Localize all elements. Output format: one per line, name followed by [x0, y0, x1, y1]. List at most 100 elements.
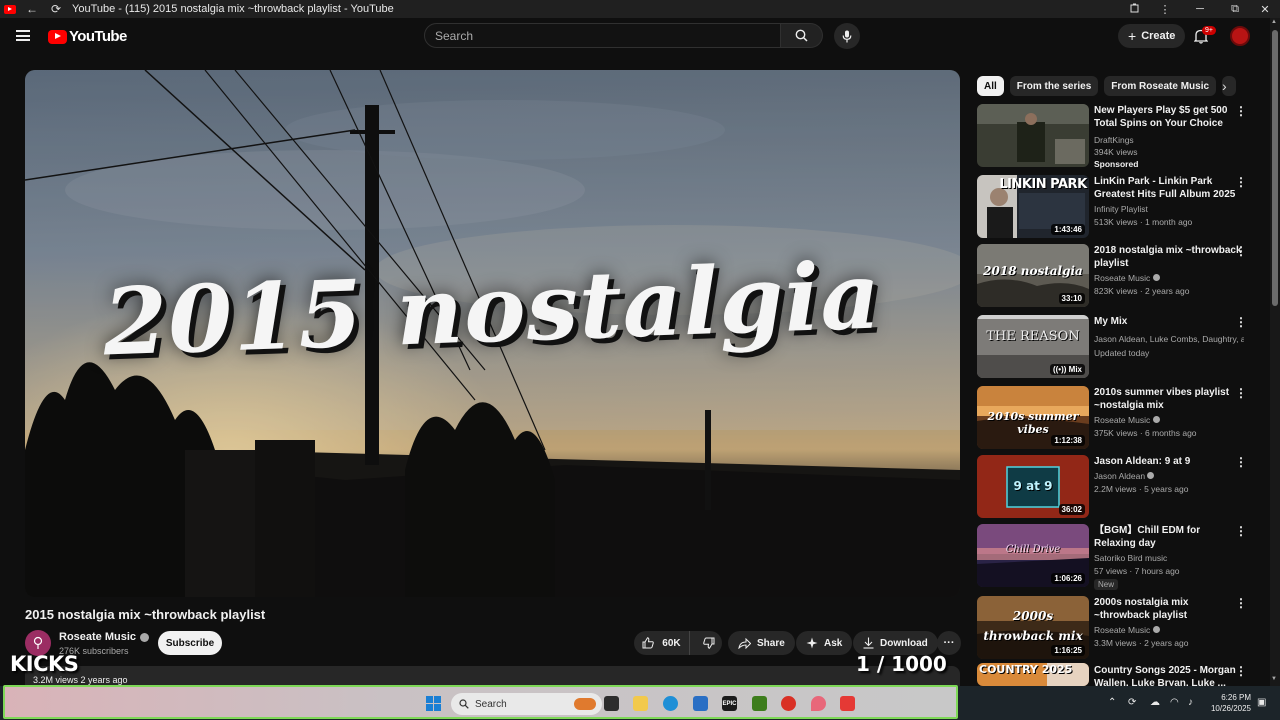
notification-badge: 9+: [1202, 26, 1216, 35]
recommendation-title[interactable]: Jason Aldean: 9 at 9: [1094, 455, 1244, 468]
recommendation-item[interactable]: 2000s throwback mix 1:16:25 2000s nostal…: [977, 596, 1257, 660]
close-button[interactable]: ✕: [1250, 3, 1280, 16]
cloud-icon[interactable]: ☁: [1150, 697, 1160, 708]
nvidia-icon[interactable]: [752, 696, 767, 711]
tray-overflow-icon[interactable]: ⌃: [1108, 697, 1116, 708]
scroll-down-arrow-icon[interactable]: ▼: [1271, 676, 1277, 682]
system-clock[interactable]: 6:26 PM 10/26/2025: [1206, 692, 1251, 714]
maximize-button[interactable]: ⧉: [1220, 3, 1250, 16]
recommendation-title[interactable]: 2000s nostalgia mix ~throwback playlist: [1094, 596, 1244, 622]
sync-icon[interactable]: ⟳: [1128, 697, 1136, 708]
recommendation-item[interactable]: COUNTRY 2025 Country Songs 2025 - Morgan…: [977, 663, 1257, 686]
create-button[interactable]: + Create: [1118, 24, 1186, 48]
browser-menu-icon[interactable]: ⋮: [1150, 3, 1180, 16]
video-thumbnail[interactable]: COUNTRY 2025: [977, 663, 1089, 686]
subscribe-button[interactable]: Subscribe: [158, 631, 222, 655]
recommendation-item[interactable]: New Players Play $5 get 500 Total Spins …: [977, 104, 1257, 169]
wifi-icon[interactable]: ◠: [1170, 697, 1179, 708]
video-thumbnail[interactable]: 2000s throwback mix 1:16:25: [977, 596, 1089, 659]
recommendation-meta: 57 views · 7 hours ago: [1094, 566, 1180, 576]
dislike-button[interactable]: [696, 637, 722, 649]
search-button[interactable]: [781, 23, 823, 48]
chip-from-roseate-music[interactable]: From Roseate Music: [1104, 76, 1217, 96]
thumbnail-text: 9 at 9: [1013, 479, 1053, 493]
channel-name[interactable]: Roseate Music: [1094, 273, 1150, 283]
account-avatar[interactable]: [1230, 26, 1250, 46]
edge-icon[interactable]: [663, 696, 678, 711]
chip-from-the-series[interactable]: From the series: [1009, 76, 1099, 96]
item-menu-icon[interactable]: ⋮: [1235, 525, 1247, 537]
chevron-right-icon[interactable]: ›: [1222, 78, 1227, 94]
reload-icon[interactable]: ⟳: [48, 2, 64, 16]
video-thumbnail[interactable]: 2010s summer vibes 1:12:38: [977, 386, 1089, 449]
recommendation-channel[interactable]: Roseate Music: [1094, 625, 1160, 635]
recommendation-channel[interactable]: Roseate Music: [1094, 273, 1160, 283]
scroll-up-arrow-icon[interactable]: ▲: [1271, 19, 1277, 25]
recommendation-item[interactable]: 9 at 9 36:02 Jason Aldean: 9 at 9 Jason …: [977, 455, 1257, 519]
video-thumbnail[interactable]: THE REASON ((•)) Mix: [977, 315, 1089, 378]
microsoft-store-icon[interactable]: [693, 696, 708, 711]
recommendation-channel[interactable]: DraftKings: [1094, 135, 1134, 145]
recommendation-item[interactable]: LINKIN PARK 1:43:46 LinKin Park - Linkin…: [977, 175, 1257, 239]
voice-search-button[interactable]: [834, 23, 860, 49]
ask-button[interactable]: Ask: [796, 631, 853, 655]
item-menu-icon[interactable]: ⋮: [1235, 105, 1247, 117]
video-thumbnail[interactable]: Chill Drive 1:06:26: [977, 524, 1089, 587]
video-player[interactable]: 2015 nostalgia: [25, 70, 960, 597]
recommendation-title[interactable]: 2018 nostalgia mix ~throwback playlist: [1094, 244, 1244, 270]
item-menu-icon[interactable]: ⋮: [1235, 176, 1247, 188]
item-menu-icon[interactable]: ⋮: [1235, 316, 1247, 328]
task-view-icon[interactable]: [604, 696, 619, 711]
recommendation-item[interactable]: THE REASON ((•)) Mix My Mix Jason Aldean…: [977, 315, 1257, 379]
search-input[interactable]: Search: [424, 23, 781, 48]
item-menu-icon[interactable]: ⋮: [1235, 387, 1247, 399]
like-button[interactable]: 60K: [634, 631, 690, 655]
recommendation-title[interactable]: New Players Play $5 get 500 Total Spins …: [1094, 104, 1244, 130]
channel-name[interactable]: Roseate Music: [59, 631, 136, 643]
extensions-icon[interactable]: [1120, 3, 1150, 16]
scrollbar-thumb[interactable]: [1272, 30, 1278, 306]
youtube-logo[interactable]: YouTube: [48, 28, 127, 45]
recommendation-title[interactable]: My Mix: [1094, 315, 1244, 328]
video-thumbnail[interactable]: 2018 nostalgia 33:10: [977, 244, 1089, 307]
youtube-app-icon[interactable]: [840, 696, 855, 711]
recommendation-title[interactable]: 2010s summer vibes playlist ~nostalgia m…: [1094, 386, 1244, 412]
channel-name[interactable]: Roseate Music: [1094, 415, 1150, 425]
video-duration: 1:16:25: [1051, 645, 1085, 656]
windows-start-icon[interactable]: [426, 696, 441, 711]
maps-icon[interactable]: [811, 696, 826, 711]
recommendation-channel[interactable]: Jason Aldean: [1094, 471, 1155, 481]
minimize-button[interactable]: ─: [1180, 3, 1220, 15]
menu-icon[interactable]: [16, 30, 30, 41]
channel-name[interactable]: Roseate Music: [1094, 625, 1150, 635]
channel-name[interactable]: Jason Aldean: [1094, 471, 1145, 481]
item-menu-icon[interactable]: ⋮: [1235, 456, 1247, 468]
share-button[interactable]: Share: [728, 631, 795, 655]
taskbar-search[interactable]: Search: [451, 693, 602, 715]
chip-all[interactable]: All: [977, 76, 1004, 96]
back-icon[interactable]: ←: [24, 2, 40, 16]
recommendation-channel[interactable]: Infinity Playlist: [1094, 204, 1148, 214]
chrome-icon[interactable]: [781, 696, 796, 711]
recommendation-item[interactable]: Chill Drive 1:06:26 【BGM】Chill EDM for R…: [977, 524, 1257, 590]
file-explorer-icon[interactable]: [633, 696, 648, 711]
video-thumbnail[interactable]: 9 at 9 36:02: [977, 455, 1089, 518]
channel-name-row[interactable]: Roseate Music: [59, 631, 150, 643]
verified-icon: [1152, 274, 1160, 281]
recommendation-item[interactable]: 2010s summer vibes 1:12:38 2010s summer …: [977, 386, 1257, 450]
recommendation-title[interactable]: 【BGM】Chill EDM for Relaxing day: [1094, 524, 1244, 550]
item-menu-icon[interactable]: ⋮: [1235, 245, 1247, 257]
item-menu-icon[interactable]: ⋮: [1235, 665, 1247, 677]
recommendation-item[interactable]: 2018 nostalgia 33:10 2018 nostalgia mix …: [977, 244, 1257, 308]
epic-games-icon[interactable]: EPIC: [722, 696, 737, 711]
video-thumbnail[interactable]: [977, 104, 1089, 167]
notification-center-icon[interactable]: ▣: [1257, 697, 1266, 708]
recommendation-channel[interactable]: Jason Aldean, Luke Combs, Daughtry, an..…: [1094, 334, 1244, 344]
recommendation-channel[interactable]: Satoriko Bird music: [1094, 553, 1167, 563]
video-thumbnail[interactable]: LINKIN PARK 1:43:46: [977, 175, 1089, 238]
recommendation-title[interactable]: Country Songs 2025 - Morgan Wallen, Luke…: [1094, 664, 1244, 686]
item-menu-icon[interactable]: ⋮: [1235, 597, 1247, 609]
recommendation-title[interactable]: LinKin Park - Linkin Park Greatest Hits …: [1094, 175, 1244, 201]
volume-icon[interactable]: ♪: [1188, 697, 1193, 708]
recommendation-channel[interactable]: Roseate Music: [1094, 415, 1160, 425]
